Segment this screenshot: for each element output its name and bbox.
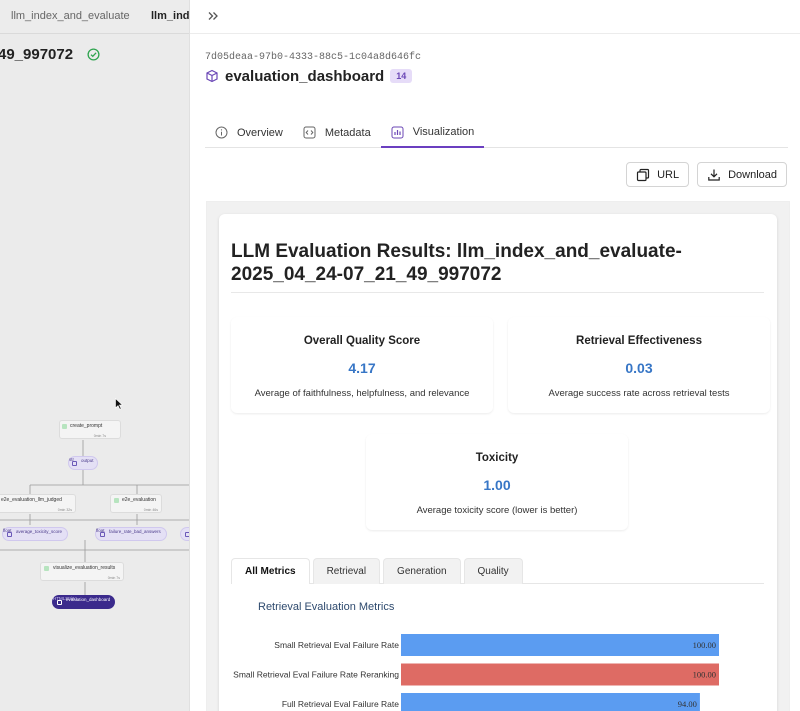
dag-step-node[interactable]: create_prompt 0min 7s	[59, 420, 121, 439]
version-badge: 14	[390, 69, 413, 83]
run-title: 49_997072	[0, 46, 74, 63]
download-icon	[708, 169, 720, 181]
artifact-icon	[100, 532, 105, 537]
step-status-icon	[62, 424, 67, 429]
run-tab[interactable]: llm_inde	[151, 10, 189, 22]
detail-topbar	[190, 0, 800, 34]
dag-artifact-node[interactable]: output str	[68, 456, 98, 470]
tab-visualization[interactable]: Visualization	[380, 118, 485, 148]
dag-step-node[interactable]: e2e_evaluation 0min 46s	[110, 494, 162, 513]
artifact-icon	[72, 461, 77, 466]
tab-metadata[interactable]: Metadata	[293, 118, 381, 147]
copy-icon	[636, 168, 650, 181]
artifact-icon	[57, 600, 62, 605]
dag-artifact-node-selected[interactable]: evaluation_dashboard HTMLString	[52, 595, 115, 609]
bar-value-label: 100.00	[693, 670, 716, 680]
dag-step-node[interactable]: e2e_evaluation_llm_judged 0min 32s	[0, 494, 76, 513]
visualization-frame[interactable]: LLM Evaluation Results: llm_index_and_ev…	[206, 201, 790, 711]
pipeline-tab-bar: llm_index_and_evaluate llm_inde	[0, 0, 189, 34]
dag-artifact-node[interactable]: average_toxicity_score float	[2, 527, 68, 541]
dag-artifact-node[interactable]	[180, 527, 189, 541]
bar-value-label: 100.00	[693, 640, 716, 650]
visualization-actions: URL Download	[626, 162, 787, 187]
dag-panel[interactable]: llm_index_and_evaluate llm_inde 49_99707…	[0, 0, 190, 711]
bar[interactable]	[401, 663, 719, 686]
bar-category-label: Small Retrieval Eval Failure Rate Rerank…	[233, 670, 399, 680]
artifact-detail-panel: 7d05deaa-97b0-4333-88c5-1c04a8d646fc eva…	[190, 0, 800, 711]
code-icon	[303, 126, 316, 139]
artifact-icon	[7, 532, 12, 537]
dag-step-node[interactable]: visualize_evaluation_results 0min 7s	[40, 562, 124, 581]
info-icon	[215, 126, 228, 139]
step-status-icon	[44, 566, 49, 571]
copy-url-button[interactable]: URL	[626, 162, 690, 187]
dag-artifact-node[interactable]: failure_rate_bad_answers float	[95, 527, 167, 541]
bar-category-label: Full Retrieval Eval Failure Rate	[282, 699, 399, 709]
artifact-uuid: 7d05deaa-97b0-4333-88c5-1c04a8d646fc	[205, 52, 422, 63]
retrieval-metrics-chart: Small Retrieval Eval Failure Rate 100.00 S…	[233, 634, 719, 711]
pipeline-tab[interactable]: llm_index_and_evaluate	[11, 10, 130, 22]
detail-tabs: Overview Metadata Visualization	[205, 118, 788, 148]
tab-overview[interactable]: Overview	[205, 118, 293, 147]
app-root: llm_index_and_evaluate llm_inde 49_99707…	[0, 0, 800, 711]
bar[interactable]	[401, 634, 719, 656]
artifact-name: evaluation_dashboard	[225, 67, 385, 85]
bar-category-label: Small Retrieval Eval Failure Rate	[274, 640, 399, 650]
bar-value-label: 94.00	[678, 699, 697, 709]
chart-icon	[391, 126, 404, 138]
completed-check-icon	[87, 48, 100, 61]
step-status-icon	[114, 498, 119, 503]
bar[interactable]	[401, 693, 700, 711]
double-chevron-right-icon[interactable]	[206, 9, 220, 23]
download-button[interactable]: Download	[697, 162, 787, 187]
package-icon	[206, 69, 218, 83]
report-card: LLM Evaluation Results: llm_index_and_ev…	[219, 214, 777, 711]
mouse-cursor-icon	[115, 398, 123, 410]
artifact-title-row: evaluation_dashboard 14	[205, 66, 413, 86]
